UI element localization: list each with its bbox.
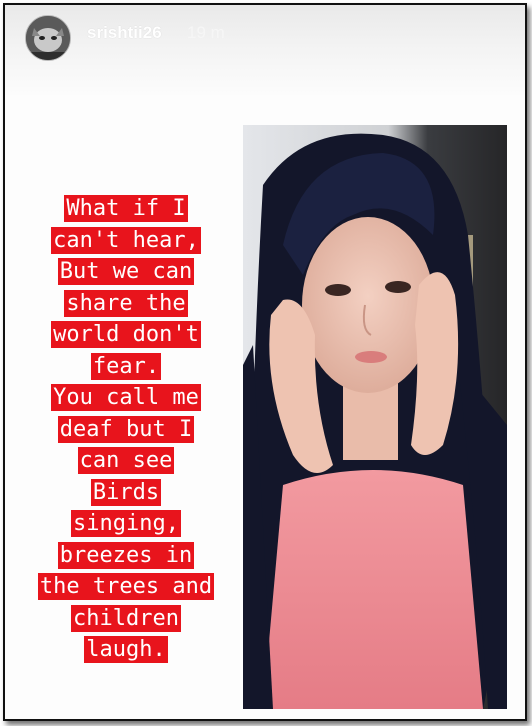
poem-line: deaf but I: [57, 415, 195, 443]
poem-line: laugh.: [84, 636, 168, 663]
story-header: srishtii26 19 m: [5, 5, 525, 95]
poem-line: singing,: [71, 510, 181, 537]
poem-line: can see: [77, 447, 175, 474]
poem-line: can't hear,: [51, 226, 201, 254]
poem-line: children: [71, 604, 181, 632]
poem-line: What if I: [64, 195, 188, 222]
post-timestamp: 19 m: [187, 23, 225, 42]
poem-line: world don't: [51, 321, 201, 348]
poem-line: But we can: [57, 258, 195, 285]
username[interactable]: srishtii26: [87, 23, 162, 43]
profile-avatar[interactable]: [25, 15, 71, 61]
poem-line: breezes in: [57, 541, 195, 569]
poem-line: Birds: [90, 478, 162, 506]
portrait-photo-icon: [243, 125, 507, 709]
avatar-image-icon: [26, 16, 70, 60]
poem-line: the trees and: [37, 573, 215, 600]
poem-line: share the: [64, 289, 188, 317]
story-frame: srishtii26 19 m What if I can't hear, Bu…: [3, 3, 527, 721]
poem-line: fear.: [90, 352, 162, 380]
poem-text: What if I can't hear, But we can share t…: [15, 193, 237, 666]
poem-line: You call me: [51, 384, 201, 411]
portrait-photo: [243, 125, 507, 709]
